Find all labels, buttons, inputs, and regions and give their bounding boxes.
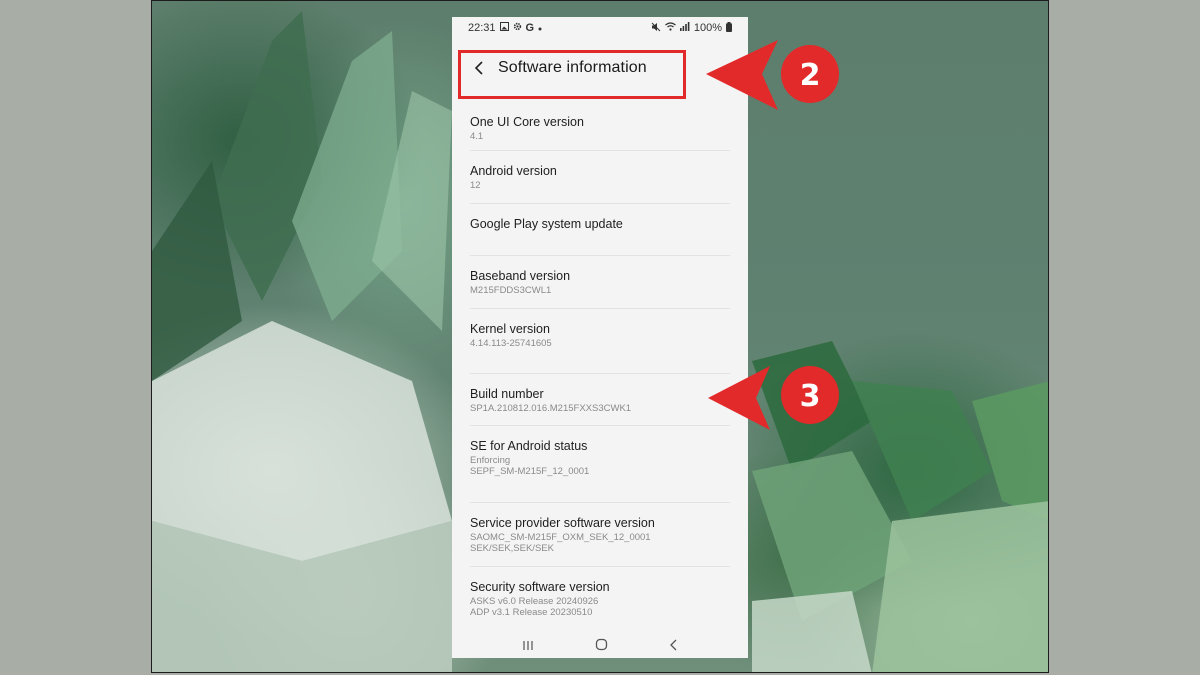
home-icon[interactable] (595, 638, 608, 656)
list-item-se-for-android-status[interactable]: SE for Android status Enforcing SEPF_SM-… (452, 426, 748, 503)
title-highlight-box (458, 50, 686, 99)
item-label: One UI Core version (470, 115, 584, 129)
item-label: Security software version (470, 580, 610, 594)
item-label: Baseband version (470, 269, 571, 283)
item-value: Enforcing SEPF_SM-M215F_12_0001 (470, 455, 590, 477)
settings-gear-icon (513, 22, 522, 34)
google-icon: G (525, 22, 535, 34)
list-item-one-ui-core-version[interactable]: One UI Core version 4.1 (452, 114, 748, 151)
battery-percent: 100% (693, 22, 722, 34)
item-label: Kernel version (470, 322, 550, 336)
callout-arrow-3: 3 (708, 366, 839, 430)
callout-arrow-2: 2 (706, 40, 839, 110)
item-label: Android version (470, 164, 557, 178)
list-item-security-software-version[interactable]: Security software version ASKS v6.0 Rele… (452, 567, 748, 627)
gallery-icon (499, 22, 509, 34)
item-value: ASKS v6.0 Release 20240926 ADP v3.1 Rele… (470, 596, 599, 618)
list-item-service-provider-software-version[interactable]: Service provider software version SAOMC_… (452, 503, 748, 567)
list-item-baseband-version[interactable]: Baseband version M215FDDS3CWL1 (452, 256, 748, 309)
item-value: M215FDDS3CWL1 (470, 285, 552, 296)
item-value: 4.14.113-25741605 (470, 338, 552, 349)
item-value: SP1A.210812.016.M215FXXS3CWK1 (470, 403, 632, 414)
marker-number-2: 2 (800, 58, 821, 93)
list-item-android-version[interactable]: Android version 12 (452, 151, 748, 204)
item-value: 12 (470, 180, 481, 191)
item-label: Google Play system update (470, 217, 623, 231)
battery-icon (726, 21, 732, 35)
item-label: Build number (470, 387, 544, 401)
navigation-bar (452, 636, 748, 658)
marker-number-3: 3 (800, 379, 821, 414)
item-value: 4.1 (470, 131, 484, 142)
wifi-icon (664, 22, 676, 34)
mute-icon (651, 22, 661, 35)
back-icon[interactable] (669, 638, 678, 656)
status-time: 22:31 (468, 22, 496, 34)
list-item-google-play-system-update[interactable]: Google Play system update (452, 204, 748, 256)
item-label: Service provider software version (470, 516, 655, 530)
item-label: SE for Android status (470, 439, 588, 453)
dot-icon (538, 22, 542, 34)
recent-apps-icon[interactable] (522, 638, 534, 656)
signal-icon (679, 22, 690, 34)
item-value: SAOMC_SM-M215F_OXM_SEK_12_0001 SEK/SEK,S… (470, 532, 651, 554)
